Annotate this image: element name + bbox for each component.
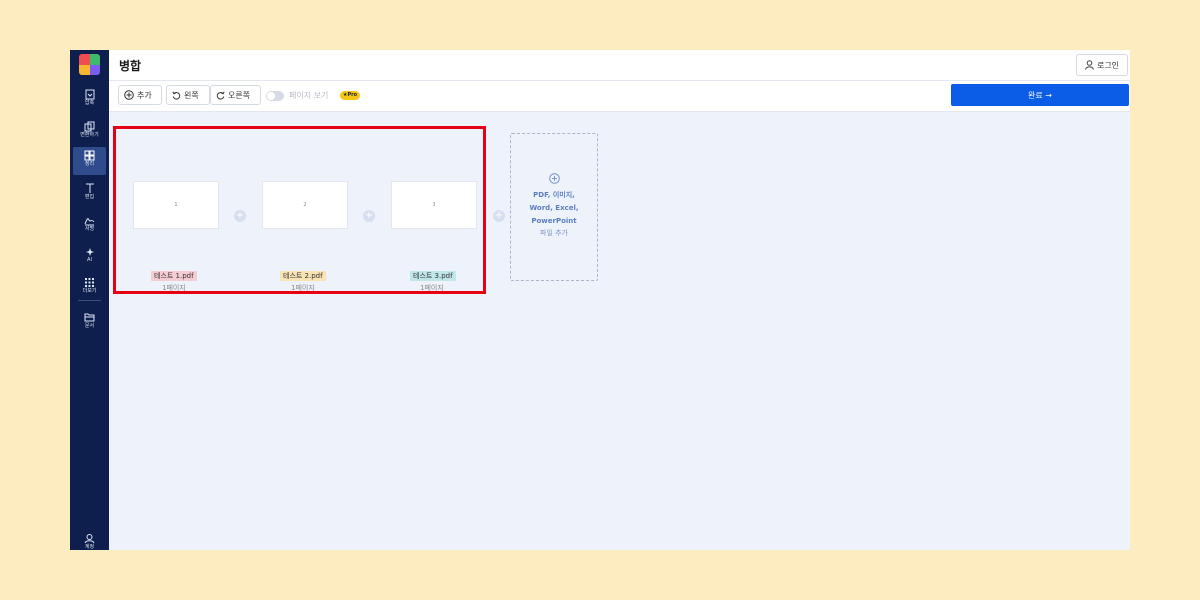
add-files-line: Word, Excel, [529, 204, 579, 212]
sidebar: 압축 변환하기 정리 편집 서명 AI 더보기 문서 계정 [70, 50, 109, 550]
insert-plus-icon[interactable]: + [234, 210, 246, 222]
page-view-label: 페이지 보기 [289, 91, 329, 100]
insert-plus-icon[interactable]: + [363, 210, 375, 222]
rotate-left-icon [172, 91, 181, 100]
text-icon [85, 183, 94, 193]
sidebar-item-label: 정리 [84, 161, 95, 167]
sidebar-item-ai[interactable]: AI [73, 243, 106, 271]
plus-circle-icon [124, 90, 134, 100]
sidebar-item-label: 계정 [84, 544, 95, 550]
sidebar-item-label: 서명 [84, 226, 95, 232]
app-logo[interactable] [79, 54, 100, 75]
pro-badge: ★Pro [340, 91, 361, 100]
folder-icon [84, 313, 95, 322]
add-files-line: PowerPoint [531, 217, 577, 225]
sidebar-item-compress[interactable]: 압축 [73, 86, 106, 114]
rotate-left-button[interactable]: 왼쪽 [166, 85, 210, 105]
page-view-toggle[interactable] [266, 91, 284, 101]
grid-icon [84, 150, 95, 161]
signature-icon [84, 218, 95, 226]
sidebar-item-label: 문서 [84, 323, 95, 329]
login-label: 로그인 [1096, 60, 1120, 70]
user-icon [1084, 60, 1094, 70]
sidebar-item-convert[interactable]: 변환하기 [73, 118, 106, 146]
sidebar-item-label: AI [87, 257, 92, 263]
add-files-types: PDF, 이미지, Word, Excel, PowerPoint [511, 189, 597, 228]
page-thumbnail-3[interactable]: 3 [391, 181, 477, 229]
page-thumbnail-2[interactable]: 2 [262, 181, 348, 229]
toolbar: 추가 왼쪽 오른쪽 페이지 보기 ★Pro 완료 → [109, 81, 1130, 112]
login-button[interactable]: 로그인 [1076, 54, 1128, 76]
insert-plus-icon[interactable]: + [493, 210, 505, 222]
file-page-count-1: 1페이지 [162, 284, 186, 292]
file-name-tag-1: 테스트 1.pdf [151, 271, 197, 281]
file-page-count-3: 1페이지 [420, 284, 444, 292]
sidebar-item-edit[interactable]: 편집 [73, 180, 106, 208]
rotate-right-button[interactable]: 오른쪽 [210, 85, 261, 105]
sidebar-item-label: 변환하기 [80, 132, 99, 138]
add-files-label: 파일 추가 [540, 229, 568, 237]
convert-icon [84, 121, 95, 132]
user-icon [84, 534, 95, 544]
file-name-tag-2: 테스트 2.pdf [280, 271, 326, 281]
sidebar-item-organize[interactable]: 정리 [73, 147, 106, 175]
sidebar-item-documents[interactable]: 문서 [73, 309, 106, 337]
plus-circle-icon [511, 173, 597, 187]
sidebar-divider [78, 300, 101, 301]
apps-grid-icon [85, 278, 94, 287]
add-button[interactable]: 추가 [118, 85, 162, 105]
add-files-line: PDF, 이미지, [533, 191, 575, 199]
sidebar-item-label: 편집 [84, 194, 95, 200]
add-files-dropzone[interactable]: PDF, 이미지, Word, Excel, PowerPoint 파일 추가 [510, 133, 598, 281]
rotate-right-icon [216, 91, 225, 100]
page-thumbnail-1[interactable]: 1 [133, 181, 219, 229]
merge-app-window: 압축 변환하기 정리 편집 서명 AI 더보기 문서 계정 병합 로그인 추가 … [70, 50, 1130, 550]
compress-icon [85, 89, 94, 100]
sparkle-icon [86, 248, 94, 256]
header: 병합 로그인 [109, 50, 1130, 81]
done-button[interactable]: 완료 → [951, 84, 1129, 106]
file-name-tag-3: 테스트 3.pdf [410, 271, 456, 281]
right-label: 오른쪽 [228, 90, 251, 100]
file-page-count-2: 1페이지 [291, 284, 315, 292]
sidebar-item-label: 더보기 [82, 288, 97, 294]
sidebar-item-more[interactable]: 더보기 [73, 274, 106, 302]
page-title: 병합 [119, 59, 142, 73]
sidebar-item-sign[interactable]: 서명 [73, 212, 106, 240]
left-label: 왼쪽 [184, 90, 199, 100]
add-label: 추가 [137, 90, 152, 100]
sidebar-item-account[interactable]: 계정 [73, 530, 106, 550]
sidebar-item-label: 압축 [84, 100, 95, 106]
